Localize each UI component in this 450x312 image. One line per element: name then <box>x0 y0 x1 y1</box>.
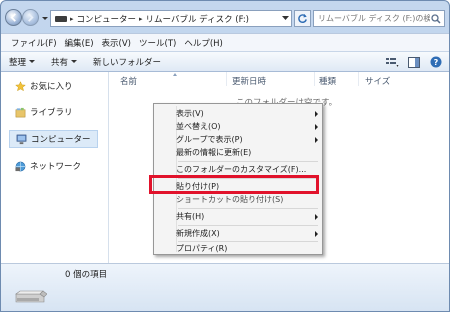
nav-computer-label: コンピューター <box>31 135 91 145</box>
new-folder-button[interactable]: 新しいフォルダー <box>93 56 161 68</box>
column-divider[interactable] <box>314 72 315 86</box>
ctx-share[interactable]: 共有(H) <box>176 210 320 223</box>
search-box[interactable] <box>313 10 445 27</box>
submenu-arrow-icon <box>315 137 318 143</box>
command-bar: 整理 共有 新しいフォルダー ? <box>1 51 449 72</box>
navigation-pane: お気に入り ライブラリ コンピューター ネットワーク <box>1 72 109 263</box>
address-row: ▸ コンピューター ▸ リムーバブル ディスク (F:) <box>1 1 449 33</box>
paste-highlight-box <box>149 175 319 194</box>
menu-separator <box>178 161 318 162</box>
address-dropdown[interactable] <box>279 11 291 26</box>
preview-pane-icon <box>408 56 420 68</box>
nav-libraries[interactable]: ライブラリ <box>15 106 73 118</box>
chevron-down-icon <box>71 60 78 63</box>
menu-help[interactable]: ヘルプ(H) <box>180 37 227 49</box>
submenu-arrow-icon <box>315 231 318 237</box>
nav-computer[interactable]: コンピューター <box>9 130 98 148</box>
nav-network-label: ネットワーク <box>30 162 82 172</box>
menu-tools[interactable]: ツール(T) <box>135 37 180 49</box>
nav-favorites-label: お気に入り <box>30 82 73 92</box>
share-label: 共有 <box>51 57 69 68</box>
address-bar[interactable]: ▸ コンピューター ▸ リムーバブル ディスク (F:) <box>50 10 292 27</box>
organize-button[interactable]: 整理 <box>9 56 36 68</box>
nav-favorites[interactable]: お気に入り <box>15 80 73 92</box>
submenu-arrow-icon <box>315 124 318 130</box>
ctx-new-label: 新規作成(X) <box>176 229 220 238</box>
view-list-icon <box>385 57 398 67</box>
star-icon <box>15 80 26 91</box>
history-dropdown-icon[interactable] <box>41 14 49 22</box>
ctx-customize-folder-label: このフォルダーのカスタマイズ(F)... <box>176 165 307 174</box>
ctx-group-by[interactable]: グループで表示(P) <box>176 133 320 146</box>
ctx-paste-shortcut-label: ショートカットの貼り付け(S) <box>176 195 284 204</box>
menu-separator <box>178 208 318 209</box>
computer-icon <box>16 134 27 144</box>
view-tools: ? <box>385 55 443 69</box>
search-icon[interactable] <box>431 14 441 24</box>
menu-view[interactable]: 表示(V) <box>98 37 135 49</box>
breadcrumb-separator-icon: ▸ <box>139 14 143 23</box>
network-icon <box>15 161 26 171</box>
column-divider[interactable] <box>226 72 227 86</box>
ctx-share-label: 共有(H) <box>176 212 205 221</box>
ctx-paste-shortcut[interactable]: ショートカットの貼り付け(S) <box>176 193 320 206</box>
menu-separator <box>178 225 318 226</box>
search-input[interactable] <box>318 14 430 23</box>
ctx-new[interactable]: 新規作成(X) <box>176 227 320 240</box>
forward-button[interactable] <box>22 9 39 26</box>
ctx-properties[interactable]: プロパティ(R) <box>176 242 320 255</box>
share-button[interactable]: 共有 <box>51 56 78 68</box>
column-size[interactable]: サイズ <box>365 75 390 87</box>
submenu-arrow-icon <box>315 111 318 117</box>
view-options-button[interactable] <box>385 55 399 69</box>
nav-libraries-label: ライブラリ <box>30 108 73 118</box>
menu-edit[interactable]: 編集(E) <box>61 37 98 49</box>
breadcrumb-computer[interactable]: コンピューター <box>77 13 137 25</box>
column-name[interactable]: 名前 <box>120 75 137 87</box>
item-count: 0 個の項目 <box>65 270 108 280</box>
submenu-arrow-icon <box>315 214 318 220</box>
ctx-view[interactable]: 表示(V) <box>176 107 320 120</box>
ctx-properties-label: プロパティ(R) <box>176 244 228 253</box>
menu-file[interactable]: ファイル(F) <box>7 37 61 49</box>
library-icon <box>15 107 26 117</box>
ctx-sort[interactable]: 並べ替え(O) <box>176 120 320 133</box>
ctx-refresh-label: 最新の情報に更新(E) <box>176 148 252 157</box>
help-button[interactable]: ? <box>429 55 443 69</box>
ctx-sort-label: 並べ替え(O) <box>176 122 221 131</box>
breadcrumb-removable-disk[interactable]: リムーバブル ディスク (F:) <box>146 13 249 25</box>
column-date-modified[interactable]: 更新日時 <box>232 75 266 87</box>
refresh-icon <box>298 13 307 23</box>
nav-network[interactable]: ネットワーク <box>15 160 81 172</box>
column-type[interactable]: 種類 <box>319 75 336 87</box>
ctx-group-by-label: グループで表示(P) <box>176 135 243 144</box>
column-divider[interactable] <box>358 72 359 86</box>
chevron-down-icon <box>281 16 289 20</box>
details-pane: 0 個の項目 <box>1 263 449 311</box>
back-button[interactable] <box>5 9 22 26</box>
drive-icon <box>55 15 67 22</box>
help-icon: ? <box>430 56 442 68</box>
ctx-view-label: 表示(V) <box>176 109 204 118</box>
refresh-button[interactable] <box>294 10 311 27</box>
chevron-down-icon <box>29 60 36 63</box>
forward-arrow-icon <box>28 13 34 22</box>
menu-bar: ファイル(F) 編集(E) 表示(V) ツール(T) ヘルプ(H) <box>1 33 449 51</box>
explorer-window: ▸ コンピューター ▸ リムーバブル ディスク (F:) ファイル(F) 編集(… <box>0 0 450 312</box>
ctx-refresh[interactable]: 最新の情報に更新(E) <box>176 146 320 159</box>
svg-text:?: ? <box>434 58 439 67</box>
back-arrow-icon <box>10 13 16 22</box>
breadcrumb-separator-icon: ▸ <box>70 14 74 23</box>
sort-indicator-icon <box>173 73 177 76</box>
organize-label: 整理 <box>9 57 27 68</box>
removable-drive-icon <box>15 290 47 303</box>
preview-pane-button[interactable] <box>407 55 421 69</box>
